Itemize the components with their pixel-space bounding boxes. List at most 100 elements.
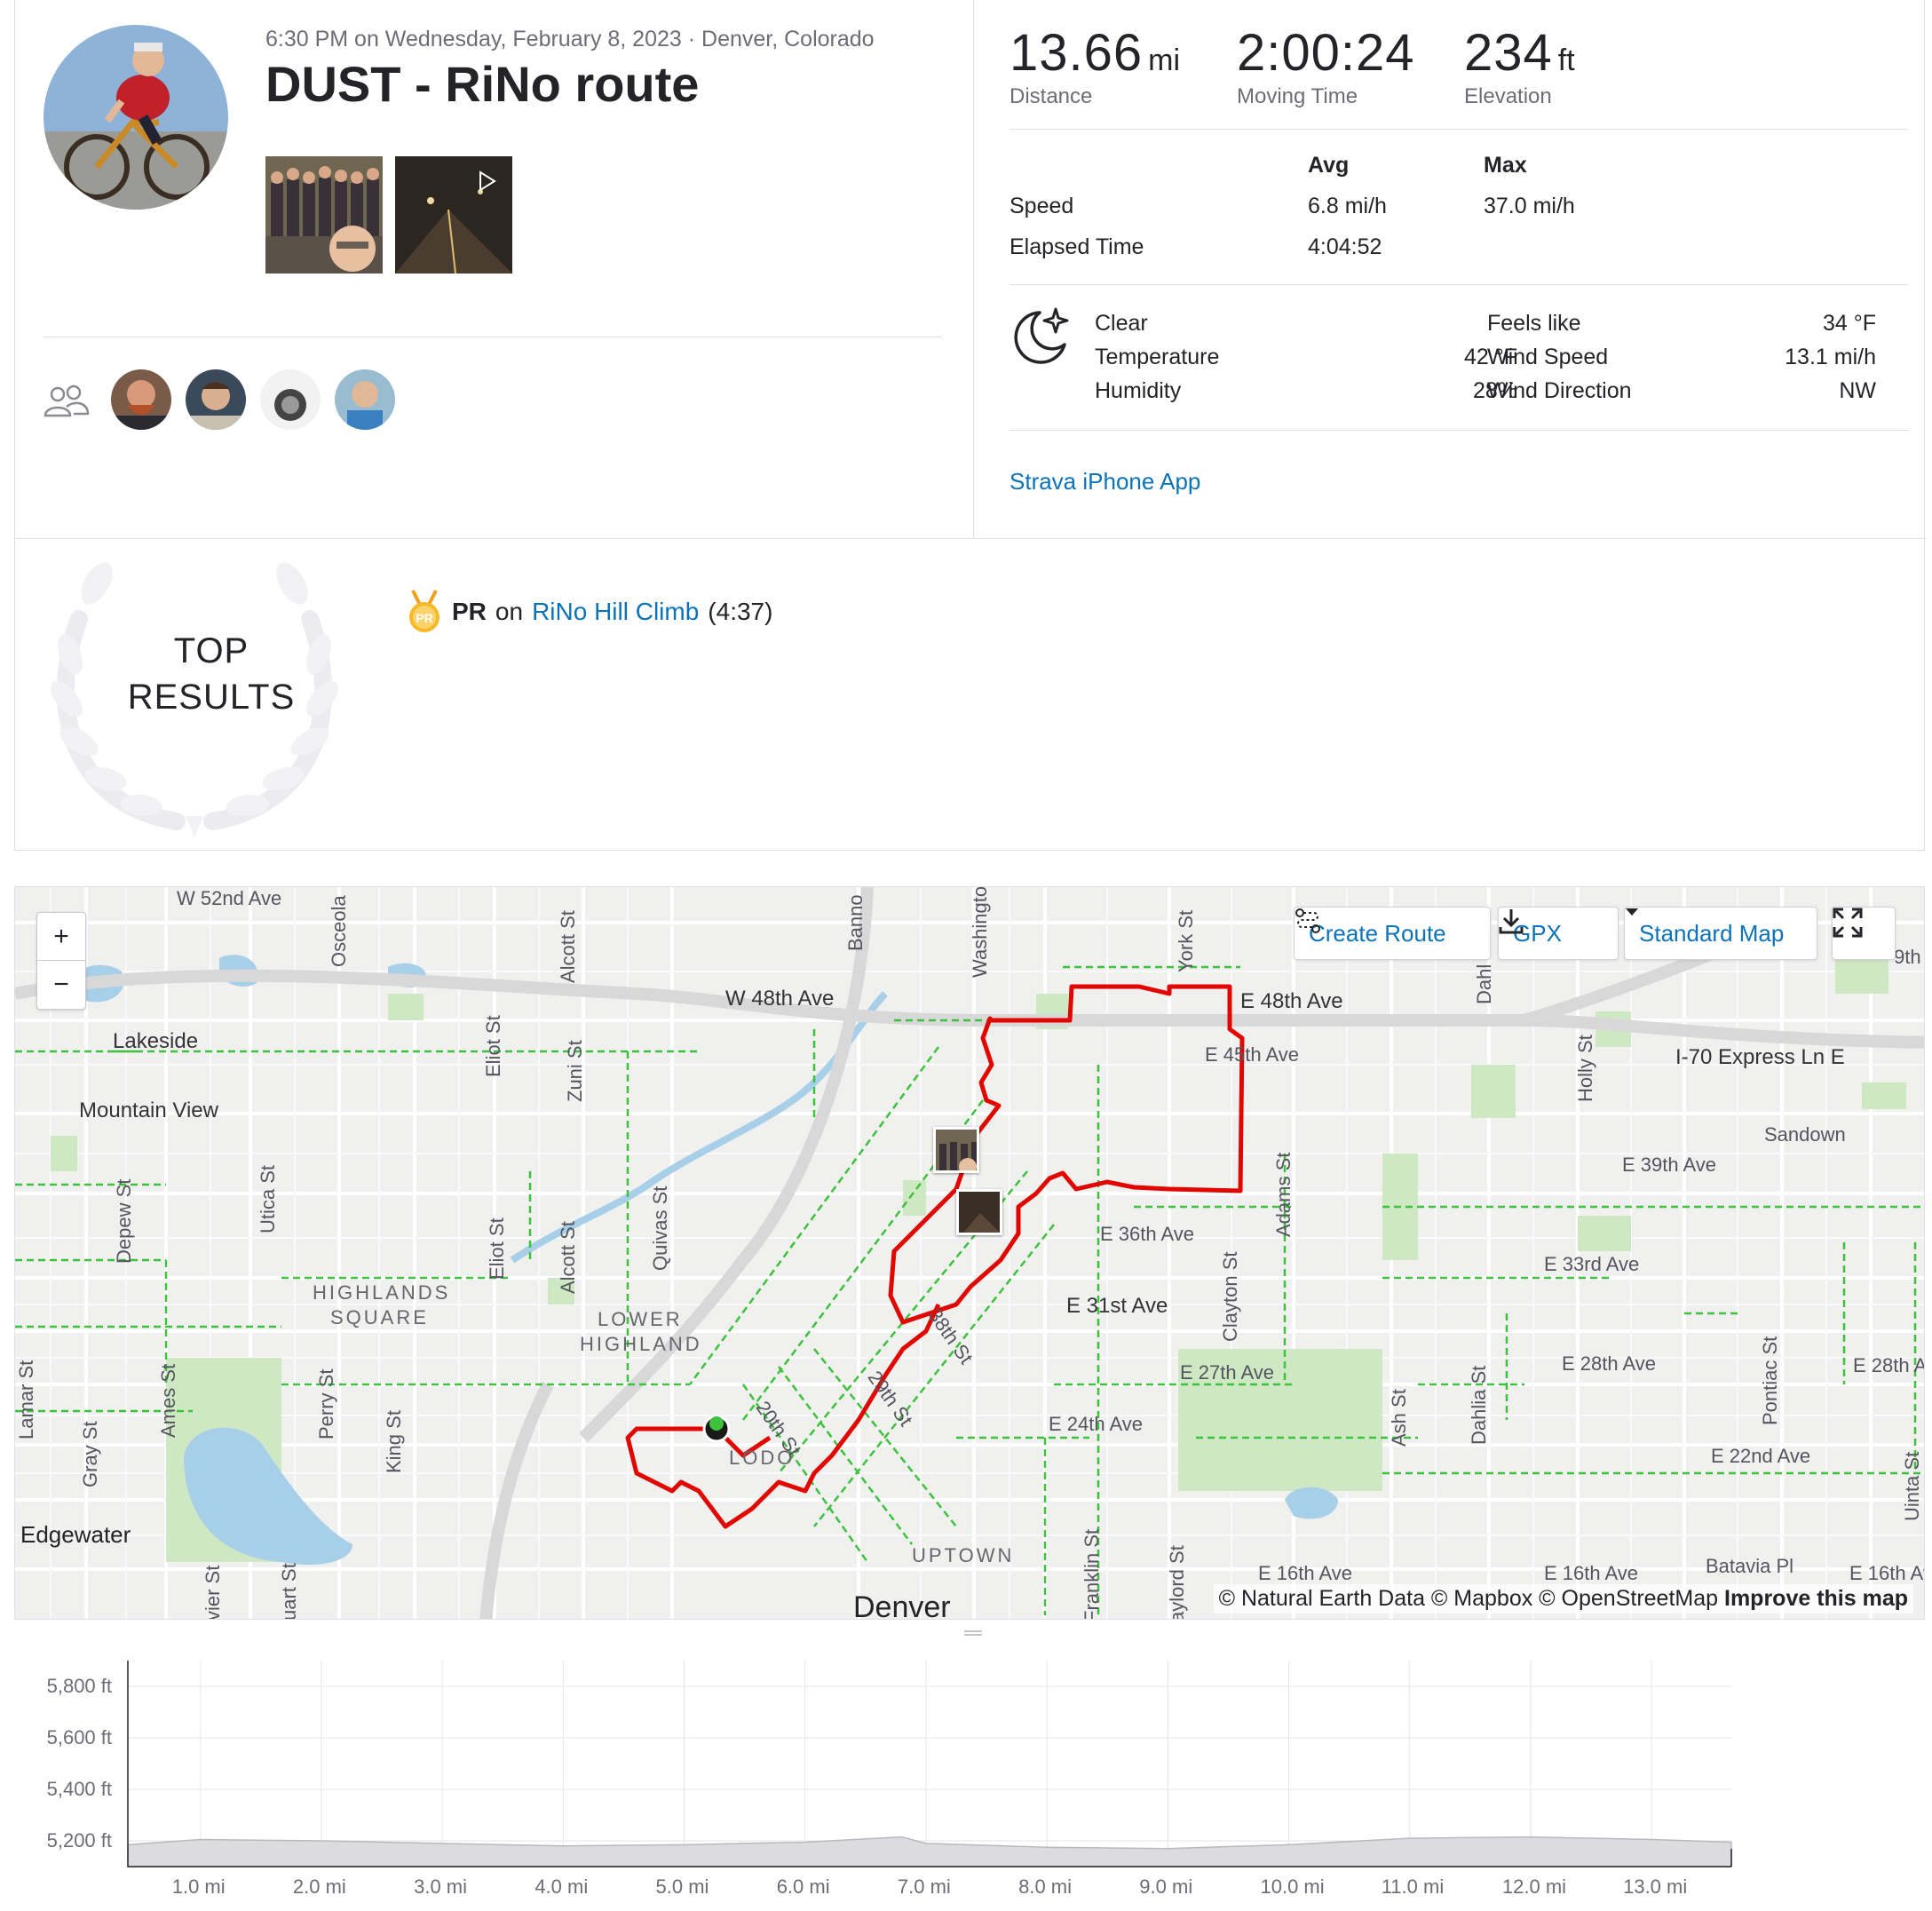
route-icon (1295, 908, 1320, 933)
route-map[interactable]: W 52nd Ave W 48th Ave E 48th Ave E 45th … (14, 886, 1925, 1620)
chart-axes (127, 1661, 1731, 1867)
map-label: Uinta St (1901, 1451, 1923, 1521)
x-tick-label: 8.0 mi (1018, 1875, 1073, 1898)
map-label: E 31st Ave (1066, 1294, 1168, 1318)
elevation-plot (127, 1661, 1732, 1867)
map-label: HIGHLANDS (313, 1281, 451, 1304)
group-activity-icon[interactable] (44, 384, 90, 424)
map-label: Lakeside (113, 1029, 199, 1053)
elevation-chart[interactable]: 5,800 ft 5,600 ft 5,400 ft 5,200 ft 1.0 mi 2… (14, 1643, 1754, 1900)
humidity-value: 28% (1472, 378, 1517, 403)
map-style-dropdown[interactable]: Standard Map (1624, 907, 1817, 960)
activity-video[interactable] (395, 156, 512, 274)
device-app-link[interactable]: Strava iPhone App (1010, 468, 1200, 496)
map-label: uart St (278, 1563, 300, 1620)
top-results-line2: RESULTS (127, 678, 296, 717)
distance-label: Distance (1010, 84, 1093, 108)
x-tick-label: 6.0 mi (776, 1875, 830, 1898)
segment-link[interactable]: RiNo Hill Climb (532, 598, 699, 626)
pr-on: on (495, 598, 524, 625)
x-tick-label: 4.0 mi (534, 1875, 589, 1898)
map-label: Perry St (315, 1368, 337, 1439)
map-label: E 24th Ave (1049, 1413, 1144, 1435)
map-label: Clayton St (1219, 1251, 1241, 1343)
group-athlete-avatar[interactable] (186, 369, 246, 430)
pr-achievement: PR PR on RiNo Hill Climb (4:37) (406, 589, 772, 635)
improve-map-link[interactable]: Improve this map (1724, 1586, 1908, 1611)
svg-text:PR: PR (416, 611, 432, 625)
map-label: UPTOWN (912, 1544, 1015, 1566)
x-tick-label: 11.0 mi (1381, 1875, 1445, 1898)
elevation-unit: ft (1557, 44, 1575, 77)
attribution-text: © Natural Earth Data © Mapbox © OpenStre… (1218, 1586, 1719, 1611)
map-label: Gray St (79, 1421, 101, 1487)
activity-photo[interactable] (265, 156, 383, 274)
chevron-down-icon (1626, 908, 1638, 916)
map-photo-marker[interactable] (956, 1189, 1002, 1235)
activity-summary-panel: 6:30 PM on Wednesday, February 8, 2023 ·… (15, 0, 974, 538)
map-label: W 52nd Ave (177, 887, 282, 909)
map-label: Quivas St (649, 1185, 671, 1271)
fullscreen-button[interactable] (1832, 907, 1896, 960)
map-label: Sandown (1764, 1123, 1846, 1146)
moving-time-value: 2:00:24 (1237, 24, 1415, 82)
map-label: Adams St (1272, 1152, 1295, 1237)
zoom-out-button[interactable]: − (37, 961, 85, 1009)
map-label: E 16th Ave (1258, 1562, 1353, 1584)
map-label: E 45th Ave (1205, 1043, 1300, 1066)
resize-handle[interactable] (964, 1627, 982, 1636)
activity-title: DUST - RiNo route (265, 56, 700, 112)
temperature-label: Temperature (1095, 345, 1220, 369)
weather-condition: Clear (1095, 311, 1148, 336)
elevation-label: Elevation (1464, 84, 1552, 108)
map-label: E 36th Ave (1100, 1223, 1195, 1245)
activity-header-card: 6:30 PM on Wednesday, February 8, 2023 ·… (14, 0, 1926, 851)
map-label: aylord St (1166, 1545, 1188, 1620)
map-label: Osceola (328, 895, 350, 967)
wind-direction-label: Wind Direction (1487, 378, 1632, 403)
zoom-controls: + − (36, 912, 86, 1010)
create-route-button[interactable]: Create Route (1294, 907, 1491, 960)
pr-medal-icon: PR (409, 590, 439, 632)
x-tick-label: 10.0 mi (1260, 1875, 1325, 1898)
group-athlete-avatar[interactable] (111, 369, 171, 430)
map-label: E 27th Ave (1180, 1361, 1275, 1384)
map-label: W 48th Ave (725, 987, 835, 1011)
map-photo-marker[interactable] (933, 1127, 979, 1173)
map-label: Dahl (1473, 963, 1495, 1004)
x-tick-label: 13.0 mi (1623, 1875, 1688, 1898)
map-label: E 48th Ave (1240, 989, 1343, 1013)
moving-time-label: Moving Time (1237, 84, 1358, 108)
map-label: Utica St (257, 1164, 279, 1233)
top-results-line1: TOP (173, 631, 249, 670)
map-label: King St (383, 1410, 405, 1473)
map-label: E 39th Ave (1622, 1154, 1717, 1176)
elevation-area (127, 1836, 1732, 1867)
map-label: Eliot St (482, 1015, 504, 1077)
group-athlete-avatar[interactable] (260, 369, 321, 430)
download-icon (1499, 909, 1524, 934)
y-tick-label: 5,600 ft (46, 1726, 112, 1748)
map-label: Lamar St (15, 1360, 37, 1439)
map-label: E 28th Ave (1562, 1352, 1657, 1375)
map-label: HIGHLAND (580, 1333, 702, 1355)
gpx-download-button[interactable]: GPX (1498, 907, 1619, 960)
pr-label: PR (452, 598, 487, 625)
distance-value: 13.66 (1010, 24, 1144, 82)
map-label: Batavia Pl (1706, 1555, 1794, 1577)
distance-unit: mi (1148, 44, 1181, 77)
segment-time: (4:37) (708, 598, 773, 625)
wind-speed-value: 13.1 mi/h (1785, 345, 1876, 369)
map-label: Edgewater (20, 1521, 131, 1548)
map-label: Alcott St (557, 1221, 579, 1294)
y-tick-label: 5,400 ft (46, 1778, 112, 1800)
group-athlete-avatar[interactable] (335, 369, 395, 430)
speed-avg: 6.8 mi/h (1308, 194, 1387, 218)
elapsed-time-label: Elapsed Time (1010, 234, 1144, 259)
map-label: York St (1175, 909, 1197, 972)
athlete-avatar[interactable] (44, 25, 228, 210)
zoom-in-button[interactable]: + (37, 913, 85, 961)
map-label: Holly St (1574, 1035, 1596, 1102)
map-label: I-70 Express Ln E (1675, 1045, 1845, 1069)
humidity-label: Humidity (1095, 378, 1182, 403)
